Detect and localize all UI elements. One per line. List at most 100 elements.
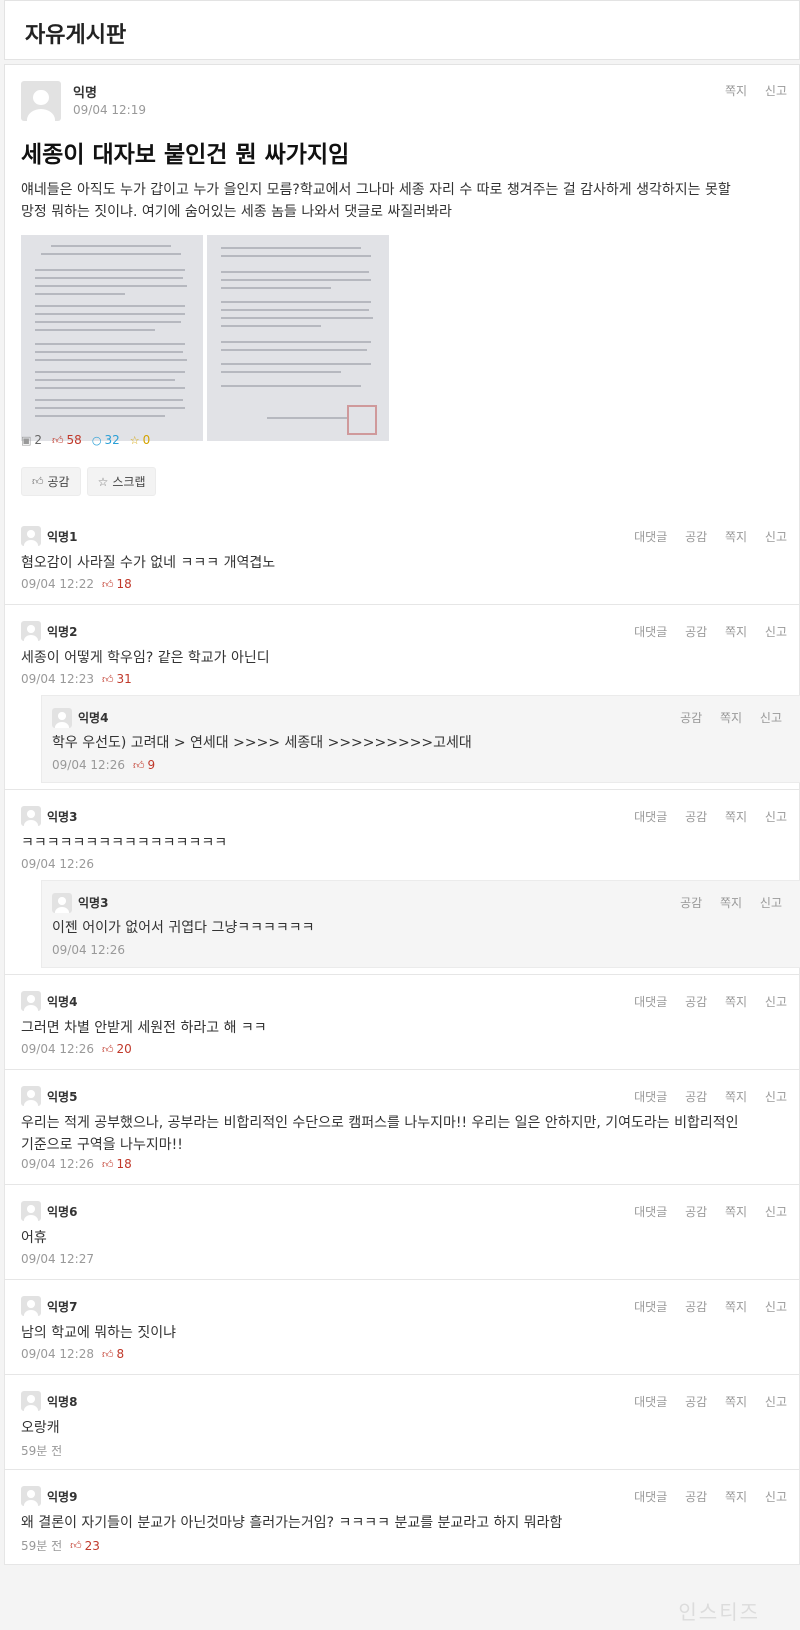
post-actions: 쪽지 신고 xyxy=(711,82,787,99)
report-button[interactable]: 신고 xyxy=(765,1300,787,1314)
reply-button[interactable]: 대댓글 xyxy=(634,1395,667,1409)
comment-time: 09/04 12:22 xyxy=(21,577,94,591)
like-button[interactable]: 공감 xyxy=(685,1205,707,1219)
post-title: 세종이 대자보 붙인건 뭔 싸가지임 xyxy=(21,142,350,168)
report-button[interactable]: 신고 xyxy=(765,1205,787,1219)
scrap-button[interactable]: ☆ 스크랩 xyxy=(86,467,157,496)
reply-button[interactable]: 대댓글 xyxy=(634,995,667,1009)
report-button[interactable]: 신고 xyxy=(765,1090,787,1104)
message-button[interactable]: 쪽지 xyxy=(725,530,747,544)
reply-button[interactable]: 대댓글 xyxy=(634,530,667,544)
comment-likes: 👍︎ 18 xyxy=(101,1157,132,1171)
star-icon: ☆ xyxy=(129,433,140,447)
report-button[interactable]: 신고 xyxy=(760,711,782,725)
avatar xyxy=(21,806,41,826)
board-title[interactable]: 자유게시판 xyxy=(25,17,779,49)
image-icon: ▣ xyxy=(21,433,32,447)
reply-button[interactable]: 대댓글 xyxy=(634,1090,667,1104)
comment-text: 남의 학교에 뭐하는 짓이냐 xyxy=(21,1325,177,1341)
report-button[interactable]: 신고 xyxy=(765,530,787,544)
thumbs-up-icon: 👍︎ xyxy=(101,1347,114,1361)
report-button[interactable]: 신고 xyxy=(765,625,787,639)
comment: 익명2 대댓글 공감 쪽지 신고 세종이 어떻게 학우임? 같은 학교가 아닌디… xyxy=(4,605,800,790)
comment-likes: 👍︎ 8 xyxy=(101,1347,125,1361)
like-button[interactable]: 공감 xyxy=(685,1490,707,1504)
message-button[interactable]: 쪽지 xyxy=(725,1090,747,1104)
like-button[interactable]: 공감 xyxy=(685,1300,707,1314)
reply-button[interactable]: 대댓글 xyxy=(634,1300,667,1314)
like-count: 👍︎ 58 xyxy=(52,433,82,447)
comment-author: 익명8 xyxy=(47,1395,78,1409)
reply-time: 09/04 12:26 xyxy=(52,943,125,957)
report-button[interactable]: 신고 xyxy=(765,84,787,98)
message-button[interactable]: 쪽지 xyxy=(725,1395,747,1409)
comment-meta: 09/04 12:27 xyxy=(21,1252,94,1266)
comment-meta: 09/04 12:26 👍︎ 20 xyxy=(21,1042,132,1056)
like-button[interactable]: 👍︎ 공감 xyxy=(21,467,81,496)
reply-button[interactable]: 대댓글 xyxy=(634,625,667,639)
like-button[interactable]: 공감 xyxy=(685,810,707,824)
message-button[interactable]: 쪽지 xyxy=(725,1300,747,1314)
like-button[interactable]: 공감 xyxy=(685,1090,707,1104)
reply-button[interactable]: 대댓글 xyxy=(634,810,667,824)
board-header: 자유게시판 xyxy=(4,0,800,60)
report-button[interactable]: 신고 xyxy=(765,995,787,1009)
star-icon: ☆ xyxy=(97,474,109,489)
message-button[interactable]: 쪽지 xyxy=(725,1205,747,1219)
thumbs-up-icon: 👍︎ xyxy=(32,475,44,488)
post-image[interactable] xyxy=(207,235,389,441)
comment-meta: 09/04 12:28 👍︎ 8 xyxy=(21,1347,124,1361)
report-button[interactable]: 신고 xyxy=(765,1490,787,1504)
avatar xyxy=(21,621,41,641)
message-button[interactable]: 쪽지 xyxy=(725,1490,747,1504)
report-button[interactable]: 신고 xyxy=(765,810,787,824)
reply-button[interactable]: 대댓글 xyxy=(634,1205,667,1219)
comment: 익명7 대댓글 공감 쪽지 신고 남의 학교에 뭐하는 짓이냐 09/04 12… xyxy=(4,1280,800,1375)
like-button[interactable]: 공감 xyxy=(685,530,707,544)
comment-meta: 09/04 12:26 👍︎ 18 xyxy=(21,1157,132,1171)
message-button[interactable]: 쪽지 xyxy=(720,711,742,725)
comment-actions: 대댓글 공감 쪽지 신고 xyxy=(620,1298,787,1315)
comment-time: 09/04 12:28 xyxy=(21,1347,94,1361)
avatar xyxy=(21,1086,41,1106)
like-button[interactable]: 공감 xyxy=(685,995,707,1009)
comment-actions: 대댓글 공감 쪽지 신고 xyxy=(620,993,787,1010)
post-body-line: 망정 뭐하는 짓이냐. 여기에 숨어있는 세종 놈들 나와서 댓글로 싸질러봐라 xyxy=(21,204,452,220)
comment-text-line: 기준으로 구역을 나누지마!! xyxy=(21,1137,183,1153)
report-button[interactable]: 신고 xyxy=(760,896,782,910)
comment-likes: 👍︎ 31 xyxy=(101,672,132,686)
post-image[interactable] xyxy=(21,235,203,441)
comment-actions: 대댓글 공감 쪽지 신고 xyxy=(620,528,787,545)
message-button[interactable]: 쪽지 xyxy=(720,896,742,910)
comment-actions: 대댓글 공감 쪽지 신고 xyxy=(620,623,787,640)
comment: 익명3 대댓글 공감 쪽지 신고 ㅋㅋㅋㅋㅋㅋㅋㅋㅋㅋㅋㅋㅋㅋㅋㅋ 09/04 … xyxy=(4,790,800,975)
message-button[interactable]: 쪽지 xyxy=(725,810,747,824)
post-date: 09/04 12:19 xyxy=(73,103,146,117)
comment-text: 세종이 어떻게 학우임? 같은 학교가 아닌디 xyxy=(21,650,270,666)
comment-author: 익명7 xyxy=(47,1300,78,1314)
post-author: 익명 xyxy=(73,86,97,101)
message-button[interactable]: 쪽지 xyxy=(725,995,747,1009)
message-button[interactable]: 쪽지 xyxy=(725,84,747,98)
seal-stamp xyxy=(347,405,377,435)
reply-button[interactable]: 대댓글 xyxy=(634,1490,667,1504)
comment-count: ○ 32 xyxy=(91,433,120,447)
comment-text: 혐오감이 사라질 수가 없네 ㅋㅋㅋ 개역겹노 xyxy=(21,555,276,571)
comment: 익명6 대댓글 공감 쪽지 신고 어휴 09/04 12:27 xyxy=(4,1185,800,1280)
report-button[interactable]: 신고 xyxy=(765,1395,787,1409)
watermark: 인스티즈 xyxy=(678,1600,760,1624)
reply-actions: 공감 쪽지 신고 xyxy=(666,709,782,726)
like-button[interactable]: 공감 xyxy=(685,1395,707,1409)
comment-author: 익명2 xyxy=(47,625,78,639)
message-button[interactable]: 쪽지 xyxy=(725,625,747,639)
thumbs-up-icon: 👍︎ xyxy=(101,1157,114,1171)
comment-likes: 👍︎ 23 xyxy=(70,1538,100,1553)
image-count: ▣ 2 xyxy=(21,433,43,447)
like-button[interactable]: 공감 xyxy=(680,896,702,910)
comment: 익명4 대댓글 공감 쪽지 신고 그러면 차별 안받게 세원전 하라고 해 ㅋㅋ… xyxy=(4,975,800,1070)
comment-time: 09/04 12:27 xyxy=(21,1252,94,1266)
like-button[interactable]: 공감 xyxy=(685,625,707,639)
comment-meta: 59분 전 👍︎ 23 xyxy=(21,1537,100,1554)
like-button[interactable]: 공감 xyxy=(680,711,702,725)
reply: 익명4 공감 쪽지 신고 학우 우선도) 고려대 > 연세대 >>>> 세종대 … xyxy=(41,695,800,783)
